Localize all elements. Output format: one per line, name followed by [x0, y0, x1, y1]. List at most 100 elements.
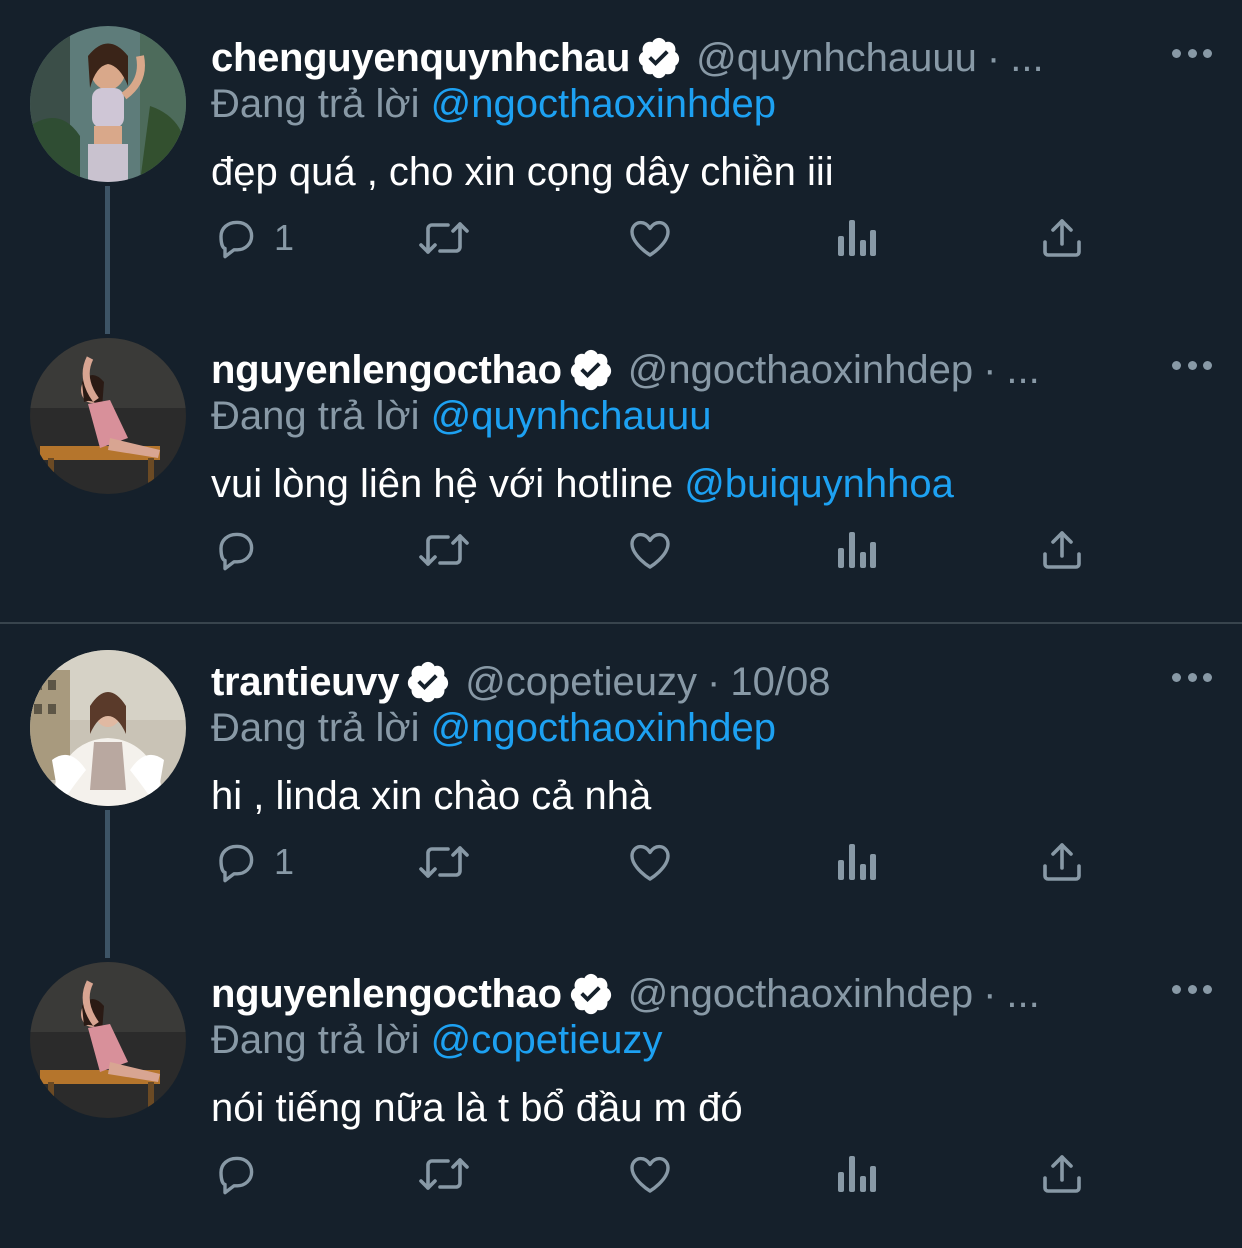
share-button[interactable] [1038, 214, 1086, 262]
retweet-icon [419, 534, 469, 566]
tweet-text: nói tiếng nữa là t bổ đầu m đó [211, 1086, 743, 1131]
tweet-text-mention[interactable]: @buiquynhhoa [684, 462, 954, 506]
analytics-icon [838, 1156, 876, 1192]
tweet-header: nguyenlengocthao @ngocthaoxinhdep · ... [211, 344, 1040, 396]
tweet-text: đẹp quá , cho xin cọng dây chiền iii [211, 150, 834, 195]
like-button[interactable] [626, 214, 674, 262]
replying-to: Đang trả lời @quynhchauuu [211, 394, 712, 439]
like-icon [630, 1156, 670, 1193]
like-icon [630, 844, 670, 881]
reply-button[interactable] [212, 1150, 274, 1198]
reply-icon [219, 220, 254, 259]
avatar[interactable] [30, 338, 186, 494]
separator-dot: · [707, 659, 721, 704]
verified-badge-icon [568, 971, 614, 1017]
display-name[interactable]: nguyenlengocthao [211, 972, 562, 1017]
timestamp[interactable]: ... [1010, 36, 1043, 81]
reply-button[interactable] [212, 526, 274, 574]
analytics-button[interactable] [834, 214, 878, 262]
replying-to-label: Đang trả lời [211, 82, 420, 126]
handle[interactable]: @copetieuzy [465, 660, 697, 705]
verified-badge-icon [636, 35, 682, 81]
display-name[interactable]: nguyenlengocthao [211, 348, 562, 393]
tweet-text-content: vui lòng liên hệ với hotline [211, 462, 685, 506]
more-options-icon[interactable] [1172, 38, 1212, 68]
retweet-button[interactable] [416, 214, 472, 262]
reply-icon [219, 1156, 254, 1195]
replying-to-mention[interactable]: @ngocthaoxinhdep [431, 706, 776, 750]
tweet-text: hi , linda xin chào cả nhà [211, 774, 651, 819]
replying-to-label: Đang trả lời [211, 706, 420, 750]
analytics-button[interactable] [834, 1150, 878, 1198]
more-options-icon[interactable] [1172, 662, 1212, 692]
reply-icon [219, 844, 254, 883]
tweet[interactable]: chenguyenquynhchau @quynhchauuu · ... Đa… [0, 0, 1242, 312]
tweet-text-content: nói tiếng nữa là t bổ đầu m đó [211, 1086, 743, 1130]
separator-dot: · [986, 35, 1001, 80]
retweet-icon [419, 222, 469, 254]
tweet-actions: 1 [0, 210, 1242, 266]
replying-to-mention[interactable]: @quynhchauuu [431, 394, 712, 438]
replying-to: Đang trả lời @ngocthaoxinhdep [211, 706, 776, 751]
display-name[interactable]: trantieuvy [211, 660, 399, 705]
share-icon [1043, 843, 1081, 881]
timestamp[interactable]: ... [1006, 972, 1039, 1017]
tweet-header: nguyenlengocthao @ngocthaoxinhdep · ... [211, 968, 1040, 1020]
like-icon [630, 532, 670, 569]
tweet-header: chenguyenquynhchau @quynhchauuu · ... [211, 32, 1044, 84]
tweet[interactable]: nguyenlengocthao @ngocthaoxinhdep · ... … [0, 936, 1242, 1248]
analytics-button[interactable] [834, 526, 878, 574]
replying-to: Đang trả lời @copetieuzy [211, 1018, 663, 1063]
reply-button[interactable]: 1 [212, 214, 294, 262]
like-button[interactable] [626, 838, 674, 886]
reply-button[interactable]: 1 [212, 838, 294, 886]
timestamp[interactable]: ... [1006, 348, 1039, 393]
share-icon [1043, 531, 1081, 569]
avatar[interactable] [30, 650, 186, 806]
retweet-icon [419, 1158, 469, 1190]
share-button[interactable] [1038, 1150, 1086, 1198]
handle[interactable]: @ngocthaoxinhdep [628, 348, 973, 393]
like-icon [630, 220, 670, 257]
verified-badge-icon [405, 659, 451, 705]
tweet-header: trantieuvy @copetieuzy · 10/08 [211, 656, 830, 708]
tweet-actions [0, 1146, 1242, 1202]
more-options-icon[interactable] [1172, 350, 1212, 380]
like-button[interactable] [626, 526, 674, 574]
handle[interactable]: @ngocthaoxinhdep [628, 972, 973, 1017]
retweet-button[interactable] [416, 1150, 472, 1198]
share-button[interactable] [1038, 526, 1086, 574]
reply-count: 1 [274, 841, 295, 882]
separator-dot: · [983, 347, 997, 392]
share-button[interactable] [1038, 838, 1086, 886]
verified-badge-icon [568, 347, 614, 393]
display-name[interactable]: chenguyenquynhchau [211, 36, 630, 81]
retweet-button[interactable] [416, 526, 472, 574]
analytics-icon [838, 844, 876, 880]
replying-to-mention[interactable]: @ngocthaoxinhdep [431, 82, 776, 126]
avatar[interactable] [30, 962, 186, 1118]
tweet-text-content: đẹp quá , cho xin cọng dây chiền iii [211, 150, 834, 194]
retweet-button[interactable] [416, 838, 472, 886]
replying-to-label: Đang trả lời [211, 394, 420, 438]
timestamp[interactable]: 10/08 [730, 660, 830, 705]
separator-dot: · [983, 971, 997, 1016]
share-icon [1043, 1155, 1081, 1193]
reply-icon [219, 532, 254, 571]
handle[interactable]: @quynhchauuu [696, 36, 977, 81]
tweet[interactable]: nguyenlengocthao @ngocthaoxinhdep · ... … [0, 312, 1242, 624]
avatar[interactable] [30, 26, 186, 182]
tweet-actions [0, 522, 1242, 578]
avatar-image [30, 650, 186, 806]
tweet-text: vui lòng liên hệ với hotline @buiquynhho… [211, 462, 954, 507]
share-icon [1043, 219, 1081, 257]
analytics-icon [838, 532, 876, 568]
tweet-text-content: hi , linda xin chào cả nhà [211, 774, 652, 818]
more-options-icon[interactable] [1172, 974, 1212, 1004]
like-button[interactable] [626, 1150, 674, 1198]
replying-to-mention[interactable]: @copetieuzy [431, 1018, 663, 1062]
retweet-icon [419, 846, 469, 878]
tweet[interactable]: trantieuvy @copetieuzy · 10/08 Đang trả … [0, 624, 1242, 936]
analytics-button[interactable] [834, 838, 878, 886]
avatar-image [30, 338, 186, 494]
